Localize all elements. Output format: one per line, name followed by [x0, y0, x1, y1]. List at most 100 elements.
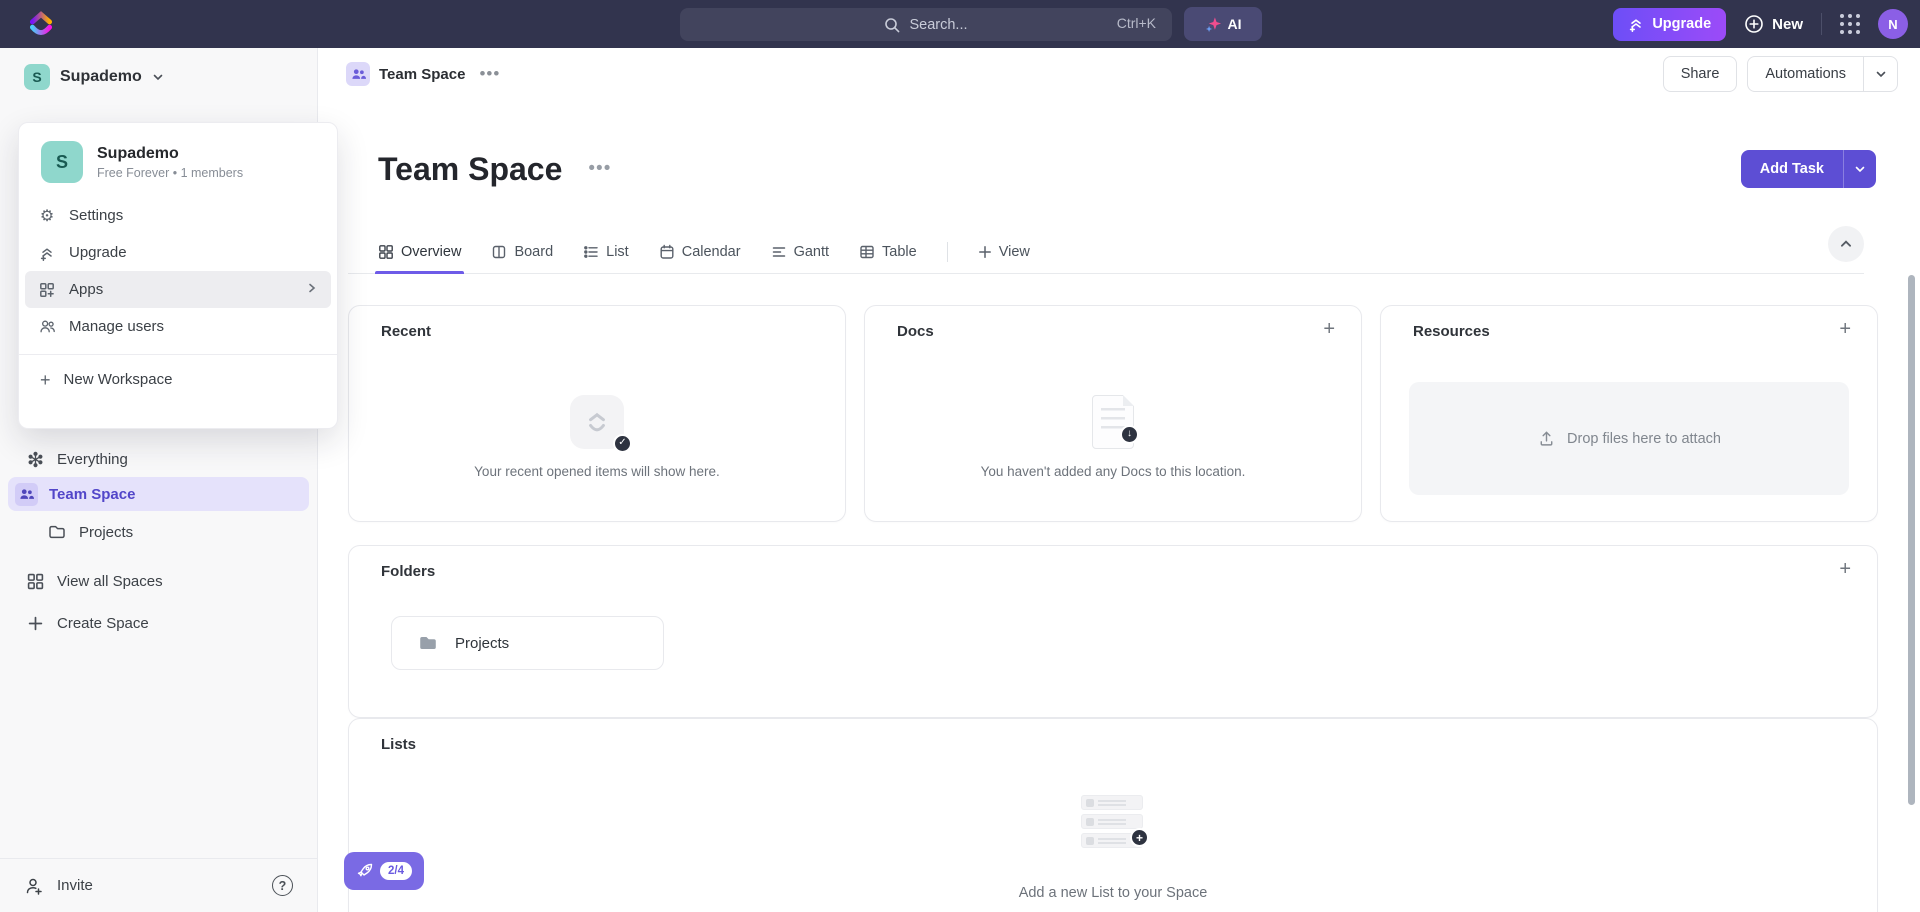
folders-card: Folders + Projects — [348, 545, 1878, 718]
workspace-avatar: S — [24, 64, 50, 90]
menu-item-upgrade[interactable]: Upgrade — [19, 234, 337, 271]
tab-label: List — [606, 244, 629, 260]
collapse-header-button[interactable] — [1828, 226, 1864, 262]
plus-icon: + — [40, 371, 51, 389]
resources-card: Resources + Drop files here to attach — [1380, 305, 1878, 522]
sidebar-item-label: View all Spaces — [57, 573, 163, 590]
plus-icon — [978, 245, 992, 259]
vertical-scrollbar[interactable] — [1908, 275, 1915, 805]
automations-label[interactable]: Automations — [1748, 57, 1863, 91]
plus-icon — [26, 616, 44, 631]
calendar-icon — [659, 244, 675, 260]
share-button[interactable]: Share — [1663, 56, 1738, 92]
menu-item-label: Upgrade — [69, 244, 127, 261]
card-title: Resources — [1381, 306, 1877, 340]
tab-table[interactable]: Table — [859, 230, 917, 274]
menu-item-manage-users[interactable]: Manage users — [19, 308, 337, 345]
upgrade-label: Upgrade — [1652, 16, 1711, 32]
breadcrumb[interactable]: Team Space — [346, 62, 465, 86]
plus-badge-icon: + — [1130, 828, 1149, 847]
sparkle-icon — [1205, 16, 1222, 33]
new-button[interactable]: New — [1744, 14, 1803, 34]
tab-label: View — [999, 244, 1030, 260]
add-resource-icon[interactable]: + — [1839, 318, 1851, 341]
lists-card: Lists + Add a new List to your Space — [348, 718, 1878, 912]
ai-button[interactable]: AI — [1184, 7, 1262, 41]
menu-item-label: Manage users — [69, 318, 164, 335]
add-folder-icon[interactable]: + — [1839, 558, 1851, 581]
search-placeholder: Search... — [909, 17, 967, 33]
sidebar-item-label: Create Space — [57, 615, 149, 632]
folder-label: Projects — [455, 635, 509, 652]
tab-board[interactable]: Board — [491, 230, 553, 274]
card-title: Docs — [865, 306, 1361, 340]
user-avatar[interactable]: N — [1878, 9, 1908, 39]
breadcrumb-more-icon[interactable]: ••• — [479, 64, 500, 84]
tab-calendar[interactable]: Calendar — [659, 230, 741, 274]
file-dropzone[interactable]: Drop files here to attach — [1409, 382, 1849, 495]
sidebar-item-projects[interactable]: Projects — [0, 515, 317, 549]
workspace-avatar: S — [41, 141, 83, 183]
clickup-glyph-icon: ✓ — [570, 395, 624, 449]
card-title: Lists — [349, 719, 1877, 753]
folder-icon — [418, 633, 438, 653]
sidebar-item-everything[interactable]: Everything — [0, 443, 317, 475]
search-input[interactable]: Search... Ctrl+K — [680, 8, 1172, 41]
menu-item-settings[interactable]: ⚙ Settings — [19, 197, 337, 234]
gantt-icon — [771, 244, 787, 260]
clickup-logo-icon[interactable] — [28, 9, 54, 39]
tab-add-view[interactable]: View — [978, 230, 1030, 274]
workspace-switcher[interactable]: S Supademo — [0, 48, 317, 90]
spaces-grid-icon — [26, 573, 44, 590]
overview-icon — [378, 244, 394, 260]
title-more-icon[interactable]: ••• — [588, 158, 611, 180]
menu-item-label: New Workspace — [64, 371, 173, 388]
docs-card: Docs + ↓ You haven't added any Docs to t… — [864, 305, 1362, 522]
menu-item-new-workspace[interactable]: + New Workspace — [19, 355, 337, 404]
sidebar-item-create-space[interactable]: Create Space — [0, 607, 317, 639]
plus-circle-icon — [1744, 14, 1764, 34]
arrow-badge-icon: ↓ — [1120, 425, 1139, 444]
tab-label: Table — [882, 244, 917, 260]
board-icon — [491, 244, 507, 260]
document-icon: ↓ — [1092, 395, 1134, 449]
card-title: Recent — [349, 306, 845, 340]
add-doc-icon[interactable]: + — [1323, 318, 1335, 341]
team-space-icon — [346, 62, 370, 86]
everything-icon — [26, 451, 44, 468]
recent-empty-text: Your recent opened items will show here. — [474, 464, 720, 479]
sidebar-nav: Everything Team Space Projects View all … — [0, 443, 317, 639]
view-tabs: Overview Board List Calendar Gantt — [378, 230, 1030, 274]
ai-label: AI — [1228, 16, 1242, 32]
workspace-menu: S Supademo Free Forever • 1 members ⚙ Se… — [18, 122, 338, 429]
upgrade-icon — [38, 245, 56, 261]
apps-grid-icon[interactable] — [1840, 14, 1860, 34]
recent-empty-state: ✓ Your recent opened items will show her… — [349, 352, 845, 521]
help-icon[interactable]: ? — [272, 875, 293, 896]
tab-overview[interactable]: Overview — [378, 230, 461, 274]
docs-empty-text: You haven't added any Docs to this locat… — [981, 464, 1246, 479]
tab-gantt[interactable]: Gantt — [771, 230, 829, 274]
folder-item-projects[interactable]: Projects — [391, 616, 664, 670]
sidebar-item-label: Projects — [79, 524, 133, 541]
add-task-label[interactable]: Add Task — [1741, 150, 1843, 188]
card-title: Folders — [349, 546, 1877, 580]
upgrade-icon — [1628, 16, 1644, 32]
menu-item-apps[interactable]: Apps — [25, 271, 331, 308]
sidebar-item-team-space[interactable]: Team Space — [8, 477, 309, 511]
table-icon — [859, 244, 875, 260]
lists-illustration-icon: + — [1081, 795, 1145, 848]
chevron-down-icon — [152, 71, 164, 83]
rocket-icon — [356, 862, 374, 880]
menu-item-label: Apps — [69, 281, 103, 298]
apps-icon — [38, 282, 56, 298]
sidebar-item-view-all-spaces[interactable]: View all Spaces — [0, 565, 317, 597]
workspace-name: Supademo — [60, 68, 142, 86]
onboarding-progress-pill[interactable]: 2/4 — [344, 852, 424, 890]
invite-label[interactable]: Invite — [57, 877, 93, 894]
add-task-chevron-icon[interactable] — [1843, 150, 1876, 188]
upgrade-button[interactable]: Upgrade — [1613, 8, 1726, 41]
automations-chevron-icon[interactable] — [1863, 57, 1897, 91]
workspace-menu-name: Supademo — [97, 145, 243, 163]
tab-list[interactable]: List — [583, 230, 629, 274]
